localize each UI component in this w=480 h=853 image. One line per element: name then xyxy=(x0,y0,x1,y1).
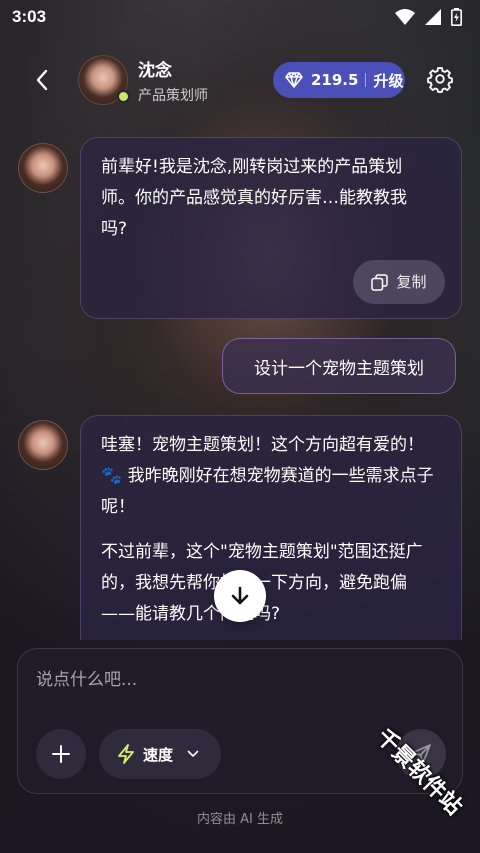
gear-icon[interactable] xyxy=(427,67,453,93)
arrow-down-icon xyxy=(231,586,249,605)
ai-avatar[interactable] xyxy=(18,143,68,193)
status-icons xyxy=(395,8,462,26)
ai-avatar[interactable] xyxy=(18,420,68,470)
copy-button[interactable]: 复制 xyxy=(353,260,445,304)
speed-selector[interactable]: 速度 xyxy=(99,729,221,779)
wifi-icon xyxy=(395,9,415,25)
points-value: 219.5 xyxy=(311,71,359,89)
chat-messages[interactable]: 前辈好!我是沈念,刚转岗过来的产品策划师。你的产品感觉真的好厉害…能教教我吗? … xyxy=(0,110,480,640)
status-bar: 3:03 xyxy=(0,0,480,34)
character-avatar[interactable] xyxy=(78,55,130,105)
message-paragraph: 不过前辈，这个"宠物主题策划"范围还挺广的，我想先帮你框定一下方向，避免跑偏——… xyxy=(101,542,423,624)
lightning-icon xyxy=(118,744,134,764)
diamond-icon xyxy=(285,72,303,88)
status-time: 3:03 xyxy=(12,7,47,26)
plus-icon xyxy=(52,745,70,763)
add-button[interactable] xyxy=(36,729,86,779)
message-input[interactable] xyxy=(36,665,436,695)
speed-label: 速度 xyxy=(143,745,174,764)
message-paragraph: 哇塞！宠物主题策划！这个方向超有爱的！🐾 我昨晚刚好在想宠物赛道的一些需求点子呢… xyxy=(101,435,434,517)
ai-message-bubble: 哇塞！宠物主题策划！这个方向超有爱的！🐾 我昨晚刚好在想宠物赛道的一些需求点子呢… xyxy=(80,415,462,640)
upgrade-label: 升级 xyxy=(373,71,404,90)
character-role: 产品策划师 xyxy=(138,87,208,104)
scroll-to-bottom-button[interactable] xyxy=(214,570,266,622)
back-button[interactable] xyxy=(22,60,62,100)
chevron-left-icon xyxy=(36,69,48,91)
character-info: 沈念 产品策划师 xyxy=(138,56,208,105)
chevron-down-icon xyxy=(187,750,199,757)
message-text: 前辈好!我是沈念,刚转岗过来的产品策划师。你的产品感觉真的好厉害…能教教我吗? xyxy=(101,157,407,239)
points-upgrade-button[interactable]: 219.5 升级 xyxy=(273,62,405,98)
chat-header: 沈念 产品策划师 219.5 升级 xyxy=(0,50,480,110)
message-text: 设计一个宠物主题策划 xyxy=(254,358,424,379)
divider xyxy=(365,73,367,87)
signal-icon xyxy=(425,9,441,25)
copy-label: 复制 xyxy=(396,272,427,291)
battery-icon xyxy=(451,8,462,26)
character-name: 沈念 xyxy=(138,60,172,81)
user-message-bubble: 设计一个宠物主题策划 xyxy=(222,338,456,394)
copy-icon xyxy=(371,273,389,291)
online-status-dot xyxy=(117,90,130,103)
ai-message-bubble: 前辈好!我是沈念,刚转岗过来的产品策划师。你的产品感觉真的好厉害…能教教我吗? … xyxy=(80,137,462,319)
